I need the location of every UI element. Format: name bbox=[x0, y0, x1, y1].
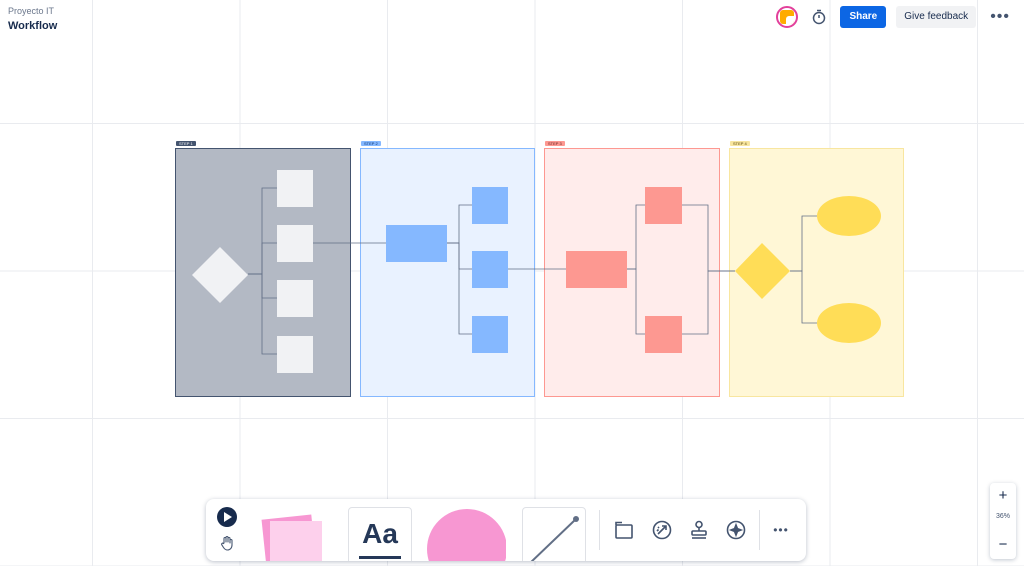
stamp-icon[interactable] bbox=[686, 517, 712, 543]
project-name[interactable]: Proyecto IT bbox=[8, 6, 54, 16]
header-actions: Share Give feedback ••• bbox=[776, 4, 1014, 30]
circle-shape-icon[interactable] bbox=[426, 507, 507, 561]
sparkle-star-icon[interactable] bbox=[723, 517, 749, 543]
toolbar-divider bbox=[759, 510, 760, 550]
frame-icon[interactable] bbox=[611, 517, 637, 543]
step-label-4: STEP 4 bbox=[730, 141, 750, 146]
creation-toolbar: Aa ••• bbox=[206, 499, 806, 561]
zoom-out-button[interactable]: − bbox=[990, 534, 1016, 556]
step-frame-4[interactable]: STEP 4 bbox=[729, 141, 904, 397]
zoom-in-button[interactable]: + bbox=[990, 485, 1016, 507]
magic-draw-icon[interactable] bbox=[649, 517, 675, 543]
step-frame-2[interactable]: STEP 2 bbox=[360, 141, 535, 397]
text-tool[interactable]: Aa bbox=[348, 507, 412, 561]
share-button[interactable]: Share bbox=[840, 6, 887, 28]
app-logo-avatar[interactable] bbox=[776, 6, 799, 28]
step-label-2: STEP 2 bbox=[361, 141, 381, 146]
give-feedback-button[interactable]: Give feedback bbox=[896, 6, 977, 28]
timer-icon[interactable] bbox=[808, 6, 830, 28]
step-label-3: STEP 3 bbox=[545, 141, 565, 146]
zoom-level[interactable]: 36% bbox=[990, 513, 1016, 520]
text-tool-underline bbox=[359, 556, 401, 559]
toolbar-divider bbox=[599, 510, 600, 550]
pointer-icon[interactable] bbox=[214, 504, 240, 530]
whiteboard-canvas[interactable]: Proyecto IT Workflow Share Give feedback… bbox=[0, 0, 1024, 566]
board-title[interactable]: Workflow bbox=[8, 20, 57, 32]
hand-icon[interactable] bbox=[214, 530, 240, 556]
step-label-1: STEP 1 bbox=[176, 141, 196, 146]
step-frame-1[interactable]: STEP 1 bbox=[175, 141, 351, 397]
toolbar-more-button[interactable]: ••• bbox=[768, 517, 794, 543]
more-options-button[interactable]: ••• bbox=[986, 6, 1014, 28]
step-frame-3[interactable]: STEP 3 bbox=[544, 141, 720, 397]
avatar-logo-shape bbox=[780, 10, 795, 24]
text-tool-label: Aa bbox=[362, 518, 398, 549]
zoom-control: + 36% − bbox=[990, 483, 1016, 559]
sticky-note-icon[interactable] bbox=[256, 509, 340, 561]
connector-line-icon[interactable] bbox=[522, 507, 586, 561]
